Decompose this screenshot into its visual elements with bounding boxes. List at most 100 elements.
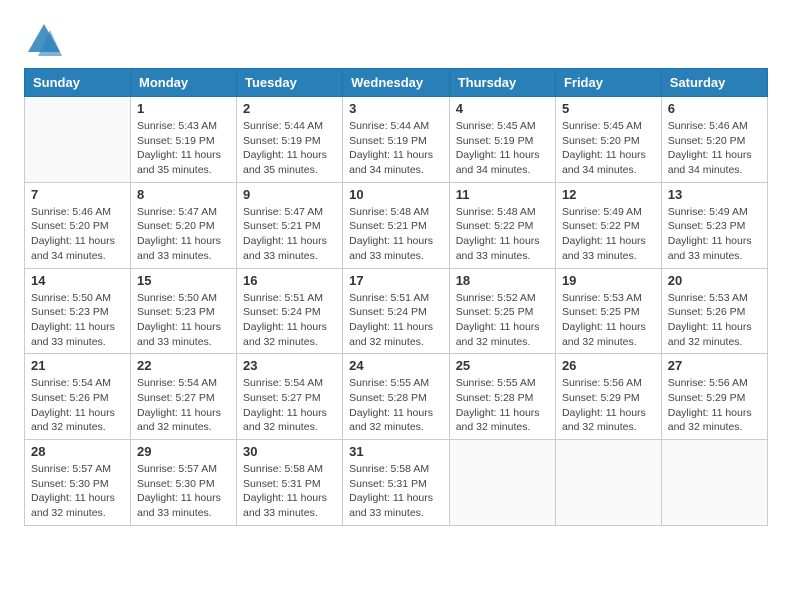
day-info: Sunrise: 5:45 AMSunset: 5:20 PMDaylight:…: [562, 119, 655, 178]
day-info: Sunrise: 5:49 AMSunset: 5:22 PMDaylight:…: [562, 205, 655, 264]
day-info: Sunrise: 5:45 AMSunset: 5:19 PMDaylight:…: [456, 119, 549, 178]
day-info: Sunrise: 5:47 AMSunset: 5:21 PMDaylight:…: [243, 205, 336, 264]
col-header-wednesday: Wednesday: [343, 69, 450, 97]
day-info: Sunrise: 5:44 AMSunset: 5:19 PMDaylight:…: [243, 119, 336, 178]
calendar-cell: 7 Sunrise: 5:46 AMSunset: 5:20 PMDaylight…: [25, 182, 131, 268]
day-number: 11: [456, 187, 549, 202]
calendar-cell: 20 Sunrise: 5:53 AMSunset: 5:26 PMDayligh…: [661, 268, 767, 354]
day-info: Sunrise: 5:55 AMSunset: 5:28 PMDaylight:…: [456, 376, 549, 435]
day-number: 3: [349, 101, 443, 116]
calendar-cell: 3 Sunrise: 5:44 AMSunset: 5:19 PMDaylight…: [343, 97, 450, 183]
calendar-header-row: SundayMondayTuesdayWednesdayThursdayFrid…: [25, 69, 768, 97]
calendar-cell: 18 Sunrise: 5:52 AMSunset: 5:25 PMDayligh…: [449, 268, 555, 354]
day-number: 28: [31, 444, 124, 459]
col-header-friday: Friday: [555, 69, 661, 97]
day-info: Sunrise: 5:54 AMSunset: 5:27 PMDaylight:…: [137, 376, 230, 435]
col-header-saturday: Saturday: [661, 69, 767, 97]
day-info: Sunrise: 5:56 AMSunset: 5:29 PMDaylight:…: [668, 376, 761, 435]
calendar-cell: 29Sunrise: 5:57 AMSunset: 5:30 PMDayligh…: [130, 440, 236, 526]
day-info: Sunrise: 5:52 AMSunset: 5:25 PMDaylight:…: [456, 291, 549, 350]
calendar-cell: 21Sunrise: 5:54 AMSunset: 5:26 PMDayligh…: [25, 354, 131, 440]
calendar-cell: 8 Sunrise: 5:47 AMSunset: 5:20 PMDaylight…: [130, 182, 236, 268]
calendar-cell: 26 Sunrise: 5:56 AMSunset: 5:29 PMDayligh…: [555, 354, 661, 440]
day-info: Sunrise: 5:51 AMSunset: 5:24 PMDaylight:…: [243, 291, 336, 350]
day-info: Sunrise: 5:46 AMSunset: 5:20 PMDaylight:…: [31, 205, 124, 264]
calendar-cell: 16 Sunrise: 5:51 AMSunset: 5:24 PMDayligh…: [237, 268, 343, 354]
calendar-cell: [661, 440, 767, 526]
day-number: 1: [137, 101, 230, 116]
day-info: Sunrise: 5:48 AMSunset: 5:21 PMDaylight:…: [349, 205, 443, 264]
calendar-cell: [25, 97, 131, 183]
day-number: 10: [349, 187, 443, 202]
day-number: 15: [137, 273, 230, 288]
calendar-cell: 23Sunrise: 5:54 AMSunset: 5:27 PMDayligh…: [237, 354, 343, 440]
day-number: 9: [243, 187, 336, 202]
day-info: Sunrise: 5:48 AMSunset: 5:22 PMDaylight:…: [456, 205, 549, 264]
calendar-cell: 15 Sunrise: 5:50 AMSunset: 5:23 PMDayligh…: [130, 268, 236, 354]
day-number: 5: [562, 101, 655, 116]
day-info: Sunrise: 5:49 AMSunset: 5:23 PMDaylight:…: [668, 205, 761, 264]
week-row-1: 1 Sunrise: 5:43 AMSunset: 5:19 PMDaylight…: [25, 97, 768, 183]
calendar-cell: 11 Sunrise: 5:48 AMSunset: 5:22 PMDayligh…: [449, 182, 555, 268]
day-info: Sunrise: 5:53 AMSunset: 5:25 PMDaylight:…: [562, 291, 655, 350]
day-info: Sunrise: 5:44 AMSunset: 5:19 PMDaylight:…: [349, 119, 443, 178]
day-info: Sunrise: 5:43 AMSunset: 5:19 PMDaylight:…: [137, 119, 230, 178]
calendar-cell: 13 Sunrise: 5:49 AMSunset: 5:23 PMDayligh…: [661, 182, 767, 268]
calendar-cell: 1 Sunrise: 5:43 AMSunset: 5:19 PMDaylight…: [130, 97, 236, 183]
page-header: [24, 20, 768, 60]
calendar-cell: 12 Sunrise: 5:49 AMSunset: 5:22 PMDayligh…: [555, 182, 661, 268]
calendar-cell: 14 Sunrise: 5:50 AMSunset: 5:23 PMDayligh…: [25, 268, 131, 354]
day-number: 17: [349, 273, 443, 288]
col-header-tuesday: Tuesday: [237, 69, 343, 97]
col-header-thursday: Thursday: [449, 69, 555, 97]
day-number: 18: [456, 273, 549, 288]
day-info: Sunrise: 5:51 AMSunset: 5:24 PMDaylight:…: [349, 291, 443, 350]
day-info: Sunrise: 5:54 AMSunset: 5:27 PMDaylight:…: [243, 376, 336, 435]
calendar-cell: 6Sunrise: 5:46 AMSunset: 5:20 PMDaylight…: [661, 97, 767, 183]
day-number: 26: [562, 358, 655, 373]
calendar-cell: 31Sunrise: 5:58 AMSunset: 5:31 PMDayligh…: [343, 440, 450, 526]
calendar-cell: 25Sunrise: 5:55 AMSunset: 5:28 PMDayligh…: [449, 354, 555, 440]
day-info: Sunrise: 5:50 AMSunset: 5:23 PMDaylight:…: [31, 291, 124, 350]
logo: [24, 20, 68, 60]
calendar-cell: 30 Sunrise: 5:58 AMSunset: 5:31 PMDayligh…: [237, 440, 343, 526]
calendar-table: SundayMondayTuesdayWednesdayThursdayFrid…: [24, 68, 768, 526]
week-row-2: 7 Sunrise: 5:46 AMSunset: 5:20 PMDaylight…: [25, 182, 768, 268]
day-info: Sunrise: 5:58 AMSunset: 5:31 PMDaylight:…: [349, 462, 443, 521]
day-number: 21: [31, 358, 124, 373]
calendar-cell: [555, 440, 661, 526]
day-info: Sunrise: 5:47 AMSunset: 5:20 PMDaylight:…: [137, 205, 230, 264]
calendar-cell: 9 Sunrise: 5:47 AMSunset: 5:21 PMDaylight…: [237, 182, 343, 268]
day-number: 24: [349, 358, 443, 373]
day-number: 16: [243, 273, 336, 288]
day-number: 29: [137, 444, 230, 459]
calendar-cell: 2Sunrise: 5:44 AMSunset: 5:19 PMDaylight…: [237, 97, 343, 183]
calendar-cell: 4 Sunrise: 5:45 AMSunset: 5:19 PMDaylight…: [449, 97, 555, 183]
day-number: 4: [456, 101, 549, 116]
day-number: 8: [137, 187, 230, 202]
logo-icon: [24, 20, 64, 60]
day-number: 22: [137, 358, 230, 373]
calendar-cell: 5 Sunrise: 5:45 AMSunset: 5:20 PMDaylight…: [555, 97, 661, 183]
calendar-body: 1 Sunrise: 5:43 AMSunset: 5:19 PMDaylight…: [25, 97, 768, 526]
day-info: Sunrise: 5:53 AMSunset: 5:26 PMDaylight:…: [668, 291, 761, 350]
day-info: Sunrise: 5:46 AMSunset: 5:20 PMDaylight:…: [668, 119, 761, 178]
day-number: 30: [243, 444, 336, 459]
day-number: 7: [31, 187, 124, 202]
week-row-4: 21Sunrise: 5:54 AMSunset: 5:26 PMDayligh…: [25, 354, 768, 440]
week-row-5: 28 Sunrise: 5:57 AMSunset: 5:30 PMDayligh…: [25, 440, 768, 526]
day-info: Sunrise: 5:58 AMSunset: 5:31 PMDaylight:…: [243, 462, 336, 521]
calendar-cell: 22 Sunrise: 5:54 AMSunset: 5:27 PMDayligh…: [130, 354, 236, 440]
col-header-monday: Monday: [130, 69, 236, 97]
calendar-cell: 10 Sunrise: 5:48 AMSunset: 5:21 PMDayligh…: [343, 182, 450, 268]
day-number: 12: [562, 187, 655, 202]
day-info: Sunrise: 5:56 AMSunset: 5:29 PMDaylight:…: [562, 376, 655, 435]
day-number: 13: [668, 187, 761, 202]
calendar-cell: [449, 440, 555, 526]
day-number: 14: [31, 273, 124, 288]
calendar-cell: 27Sunrise: 5:56 AMSunset: 5:29 PMDayligh…: [661, 354, 767, 440]
col-header-sunday: Sunday: [25, 69, 131, 97]
day-info: Sunrise: 5:57 AMSunset: 5:30 PMDaylight:…: [31, 462, 124, 521]
day-number: 20: [668, 273, 761, 288]
day-info: Sunrise: 5:50 AMSunset: 5:23 PMDaylight:…: [137, 291, 230, 350]
